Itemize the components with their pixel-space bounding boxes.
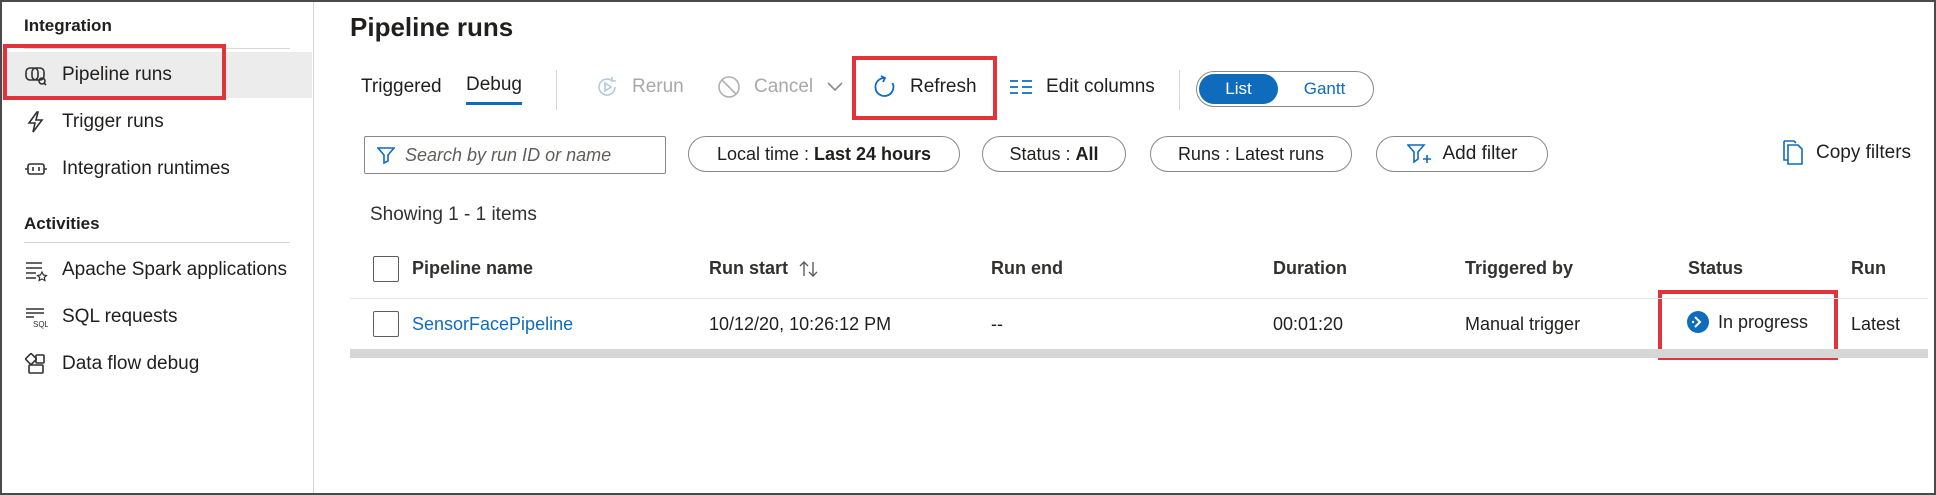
sidebar-section-integration: Integration	[24, 16, 112, 35]
tab-triggered[interactable]: Triggered	[361, 76, 442, 98]
pipeline-name-link[interactable]: SensorFacePipeline	[412, 314, 573, 335]
copy-filters-button[interactable]: Copy filters	[1782, 140, 1911, 166]
cancel-label: Cancel	[754, 76, 814, 97]
sidebar-item-label: Data flow debug	[62, 353, 200, 374]
add-filter-button[interactable]: Add filter	[1376, 136, 1548, 172]
edit-columns-label: Edit columns	[1046, 76, 1155, 97]
integration-runtime-icon	[24, 157, 48, 181]
toolbar-divider	[1179, 70, 1180, 110]
duration-cell: 00:01:20	[1273, 314, 1344, 334]
sql-list-icon: SQL	[24, 305, 48, 329]
triggered-by-cell: Manual trigger	[1465, 314, 1581, 334]
table-divider	[350, 298, 1928, 299]
sidebar-divider	[24, 48, 290, 49]
cancel-icon	[716, 74, 742, 100]
copy-icon	[1782, 140, 1804, 166]
column-header-pipeline-name[interactable]: Pipeline name	[412, 258, 533, 279]
sidebar-item-label: Trigger runs	[62, 111, 164, 132]
status-filter-label: Status :	[1009, 143, 1071, 164]
runs-filter-label: Runs :	[1177, 143, 1230, 164]
column-header-run-end[interactable]: Run end	[991, 258, 1063, 279]
run-cell: Latest	[1851, 314, 1901, 334]
status-cell: In progress	[1686, 310, 1808, 334]
tab-debug[interactable]: Debug	[466, 74, 522, 105]
chevron-down-icon[interactable]	[827, 82, 843, 92]
status-text: In progress	[1718, 311, 1809, 332]
sidebar-item-data-flow-debug[interactable]: Data flow debug	[2, 341, 314, 387]
in-progress-icon	[1686, 310, 1710, 334]
runs-filter-pill[interactable]: Runs : Latest runs	[1150, 136, 1352, 172]
view-gantt-option[interactable]: Gantt	[1278, 74, 1371, 104]
rerun-icon	[594, 74, 620, 100]
svg-text:SQL: SQL	[33, 320, 48, 329]
sidebar-item-label: Apache Spark applications	[62, 259, 287, 280]
horizontal-scrollbar[interactable]	[350, 349, 1928, 358]
status-filter-pill[interactable]: Status : All	[982, 136, 1126, 172]
sidebar-item-label: SQL requests	[62, 306, 178, 327]
sidebar-item-apache-spark-applications[interactable]: Apache Spark applications	[2, 247, 314, 293]
time-filter-value: Last 24 hours	[814, 143, 932, 164]
sidebar-section-activities: Activities	[24, 214, 100, 233]
run-start-cell: 10/12/20, 10:26:12 PM	[709, 314, 892, 334]
sort-icon[interactable]	[798, 260, 820, 278]
column-header-run[interactable]: Run	[1851, 258, 1886, 279]
sidebar-item-pipeline-runs[interactable]: Pipeline runs	[2, 52, 312, 98]
items-count: Showing 1 - 1 items	[370, 204, 537, 225]
sidebar-divider	[24, 242, 290, 243]
edit-columns-button[interactable]: Edit columns	[1008, 74, 1155, 100]
filter-icon	[377, 146, 395, 164]
add-filter-label: Add filter	[1442, 143, 1518, 164]
page-title: Pipeline runs	[350, 12, 514, 42]
column-header-duration[interactable]: Duration	[1273, 258, 1347, 279]
lightning-icon	[24, 110, 48, 134]
run-end-cell: --	[991, 314, 1003, 334]
time-filter-label: Local time :	[716, 143, 809, 164]
sidebar-item-label: Integration runtimes	[62, 158, 230, 179]
refresh-icon	[872, 74, 898, 100]
rerun-label: Rerun	[632, 76, 684, 97]
toolbar-divider	[556, 70, 557, 110]
status-filter-value: All	[1075, 143, 1099, 164]
runs-filter-value: Latest runs	[1234, 143, 1325, 164]
column-header-triggered-by[interactable]: Triggered by	[1465, 258, 1573, 279]
copy-filters-label: Copy filters	[1816, 142, 1912, 163]
spark-list-icon	[24, 258, 48, 282]
sidebar-item-integration-runtimes[interactable]: Integration runtimes	[2, 146, 314, 192]
column-header-run-start[interactable]: Run start	[709, 258, 820, 279]
edit-columns-icon	[1008, 74, 1034, 100]
sidebar-item-trigger-runs[interactable]: Trigger runs	[2, 99, 314, 145]
search-box	[364, 136, 666, 174]
add-filter-icon	[1406, 143, 1433, 165]
cancel-button[interactable]: Cancel	[716, 74, 843, 100]
column-header-status[interactable]: Status	[1688, 258, 1743, 279]
view-toggle: List Gantt	[1196, 71, 1374, 107]
select-all-checkbox[interactable]	[373, 256, 399, 282]
sidebar: Integration Pipeline runs Trigger runs I…	[2, 2, 314, 493]
refresh-label: Refresh	[910, 76, 977, 97]
column-header-label: Run start	[709, 258, 789, 278]
search-input[interactable]	[405, 144, 655, 166]
time-filter-pill[interactable]: Local time : Last 24 hours	[688, 136, 960, 172]
row-checkbox[interactable]	[373, 311, 399, 337]
view-list-option[interactable]: List	[1199, 74, 1279, 104]
rerun-button[interactable]: Rerun	[594, 74, 684, 100]
pipeline-runs-icon	[24, 63, 48, 87]
data-flow-icon	[24, 352, 48, 376]
refresh-button[interactable]: Refresh	[872, 74, 977, 100]
sidebar-item-sql-requests[interactable]: SQL SQL requests	[2, 294, 314, 340]
sidebar-item-label: Pipeline runs	[62, 64, 172, 85]
